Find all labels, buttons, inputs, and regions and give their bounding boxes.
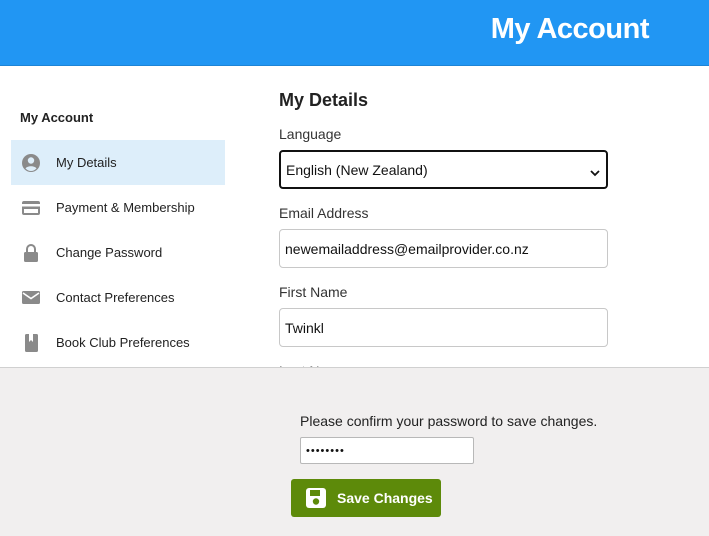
email-value: newemailaddress@emailprovider.co.nz xyxy=(285,240,529,257)
credit-card-icon xyxy=(21,198,41,218)
language-select[interactable]: English (New Zealand) xyxy=(279,150,608,189)
sidebar-item-change-password[interactable]: Change Password xyxy=(11,230,225,275)
sidebar-item-label: Payment & Membership xyxy=(56,200,195,215)
confirm-password-text: Please confirm your password to save cha… xyxy=(300,413,598,429)
sidebar-title: My Account xyxy=(20,110,94,125)
sidebar-item-payment-membership[interactable]: Payment & Membership xyxy=(11,185,225,230)
page-header: My Account xyxy=(0,0,709,66)
page-title: My Account xyxy=(490,13,650,45)
chevron-down-icon xyxy=(590,164,600,180)
confirm-password-input[interactable]: •••••••• xyxy=(300,437,474,464)
save-changes-label: Save Changes xyxy=(337,490,433,506)
sidebar-item-label: Contact Preferences xyxy=(56,290,175,305)
email-label: Email Address xyxy=(279,205,369,221)
lock-icon xyxy=(21,243,41,263)
floppy-disk-icon xyxy=(305,487,327,509)
sidebar-item-my-details[interactable]: My Details xyxy=(11,140,225,185)
save-bar: Please confirm your password to save cha… xyxy=(0,367,709,536)
save-changes-button[interactable]: Save Changes xyxy=(291,479,441,517)
email-field[interactable]: newemailaddress@emailprovider.co.nz xyxy=(279,229,608,268)
first-name-field[interactable]: Twinkl xyxy=(279,308,608,347)
first-name-value: Twinkl xyxy=(285,319,324,336)
language-select-value: English (New Zealand) xyxy=(286,161,428,178)
book-icon xyxy=(21,333,41,353)
sidebar-item-label: My Details xyxy=(56,155,117,170)
sidebar-item-label: Change Password xyxy=(56,245,163,260)
first-name-label: First Name xyxy=(279,284,348,300)
password-value: •••••••• xyxy=(306,444,345,457)
sidebar-item-book-club-preferences[interactable]: Book Club Preferences xyxy=(11,320,225,365)
sidebar-item-contact-preferences[interactable]: Contact Preferences xyxy=(11,275,225,320)
sidebar-item-label: Book Club Preferences xyxy=(56,335,190,350)
language-label: Language xyxy=(279,126,342,142)
user-circle-icon xyxy=(21,153,41,173)
section-title: My Details xyxy=(279,90,369,110)
envelope-icon xyxy=(21,288,41,308)
